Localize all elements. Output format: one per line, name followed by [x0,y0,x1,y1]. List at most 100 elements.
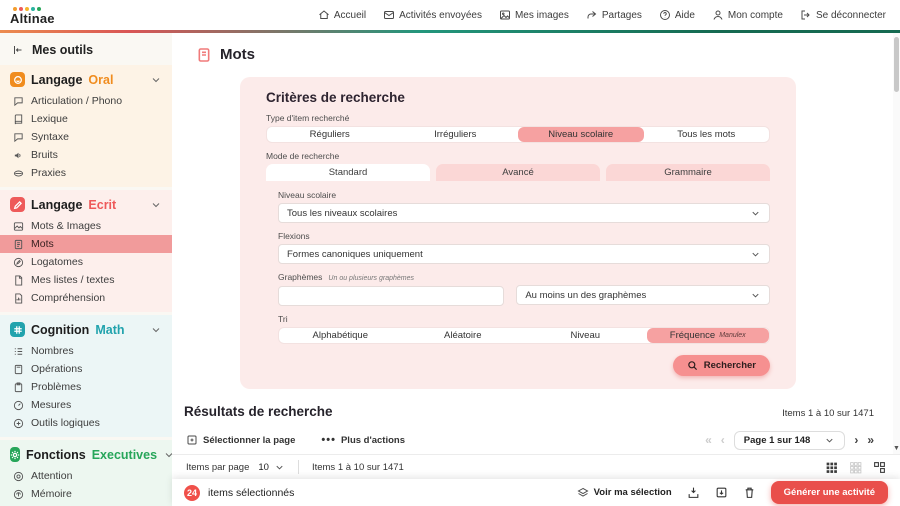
graphemes-mode-select[interactable]: Au moins un des graphèmes [516,285,770,305]
sidebar-item-mots[interactable]: Mots [0,235,172,253]
sidebar-item-memoire[interactable]: Mémoire [0,485,172,503]
app-logo[interactable]: Altinae [10,5,55,26]
sidebar-item-nombres[interactable]: Nombres [0,342,172,360]
selection-count-badge: 24 [184,485,200,501]
nav-partages[interactable]: Partages [586,9,642,21]
sidebar-item-articulation-phono[interactable]: Articulation / Phono [0,92,172,110]
sidebar-item-logatomes[interactable]: Logatomes [0,253,172,271]
tab-standard[interactable]: Standard [266,164,430,181]
per-page-label: Items par page [186,462,249,473]
tri-option-niveau[interactable]: Niveau [524,328,647,343]
sidebar-item-label: Mots & Images [31,220,101,232]
tri-option-aleatoire[interactable]: Aléatoire [402,328,525,343]
niveau-scolaire-select[interactable]: Tous les niveaux scolaires [278,203,770,223]
sidebar-item-label: Mes listes / textes [31,274,114,286]
nav-se-deconnecter[interactable]: Se déconnecter [800,9,886,21]
page-title-row: Mots [172,33,900,63]
image-icon [499,9,511,21]
gauge-icon [13,400,24,411]
sidebar-item-praxies[interactable]: Praxies [0,164,172,182]
section-header-langage-oral[interactable]: LangageOral [0,67,172,92]
section-title-part2: Executives [92,448,157,462]
scrollbar-thumb[interactable] [894,37,899,92]
sidebar-item-label: Lexique [31,113,68,125]
results-header: Résultats de recherche Items 1 à 10 sur … [184,404,874,419]
nav-mes-images[interactable]: Mes images [499,9,569,21]
type-option-reguliers[interactable]: Réguliers [267,127,393,142]
sidebar-item-label: Syntaxe [31,131,69,143]
sidebar-item-bruits[interactable]: Bruits [0,146,172,164]
sidebar-item-problemes[interactable]: Problèmes [0,378,172,396]
langage-oral-icon [10,72,25,87]
page-select[interactable]: Page 1 sur 148 [734,431,846,450]
trash-icon[interactable] [743,486,756,499]
standard-tab-pane: Niveau scolaire Tous les niveaux scolair… [266,181,770,344]
sidebar-item-lexique[interactable]: Lexique [0,110,172,128]
tab-avance[interactable]: Avancé [436,164,600,181]
mouth-icon [13,168,24,179]
first-page-icon[interactable]: « [705,433,712,447]
last-page-icon[interactable]: » [867,433,874,447]
clipboard-icon [13,382,24,393]
type-option-irreguliers[interactable]: Irréguliers [393,127,519,142]
nav-label: Mon compte [728,10,783,21]
sidebar-collapse-toggle[interactable]: Mes outils [0,33,172,65]
section-header-langage-ecrit[interactable]: LangageEcrit [0,192,172,217]
grid-view-light-icon[interactable] [849,461,862,474]
sidebar-item-mesures[interactable]: Mesures [0,396,172,414]
page-title: Mots [220,46,255,63]
sidebar-item-mes-listes-textes[interactable]: Mes listes / textes [0,271,172,289]
type-item-segmented-control: Réguliers Irréguliers Niveau scolaire To… [266,126,770,143]
chevron-down-icon [750,208,761,219]
nav-label: Partages [602,10,642,21]
section-header-cognition-math[interactable]: CognitionMath [0,317,172,342]
speech-bubble-dots-icon [13,132,24,143]
type-option-tous-les-mots[interactable]: Tous les mots [644,127,770,142]
type-option-niveau-scolaire[interactable]: Niveau scolaire [518,127,644,142]
grid-view-icon[interactable] [825,461,838,474]
search-button[interactable]: Rechercher [673,355,770,376]
vertical-scrollbar[interactable]: ▼ [893,33,900,454]
sidebar-item-mots-et-images[interactable]: Mots & Images [0,217,172,235]
sidebar-item-comprehension[interactable]: Compréhension [0,289,172,307]
sidebar-item-attention[interactable]: Attention [0,467,172,485]
niveau-scolaire-label: Niveau scolaire [278,190,770,200]
sidebar-item-operations[interactable]: Opérations [0,360,172,378]
sidebar-item-outils-logiques[interactable]: Outils logiques [0,414,172,432]
sidebar-item-label: Articulation / Phono [31,95,122,107]
card-view-icon[interactable] [873,461,886,474]
nav-label: Accueil [334,10,366,21]
next-page-icon[interactable]: › [854,433,858,447]
view-selection-button[interactable]: Voir ma sélection [577,487,672,499]
graphemes-input[interactable] [278,286,504,306]
sidebar: Mes outils LangageOral Articulation / Ph… [0,33,172,506]
generate-activity-button[interactable]: Générer une activité [771,481,888,504]
chevron-down-icon [150,324,162,336]
select-page-action[interactable]: Sélectionner la page [186,434,295,446]
flexions-select[interactable]: Formes canoniques uniquement [278,244,770,264]
more-actions-menu[interactable]: ••• Plus d'actions [321,434,405,446]
nav-aide[interactable]: Aide [659,9,695,21]
sidebar-item-syntaxe[interactable]: Syntaxe [0,128,172,146]
per-page-select[interactable]: 10 [258,462,285,473]
scrollbar-down-arrow[interactable]: ▼ [893,445,900,452]
nav-activites-envoyees[interactable]: Activités envoyées [383,9,482,21]
view-toggle-group [825,461,886,474]
nav-label: Aide [675,10,695,21]
import-selection-icon[interactable] [715,486,728,499]
image-text-icon [13,221,24,232]
download-selection-icon[interactable] [687,486,700,499]
chevron-down-icon [150,74,162,86]
flexions-label: Flexions [278,231,770,241]
nav-accueil[interactable]: Accueil [318,9,366,21]
nav-mon-compte[interactable]: Mon compte [712,9,783,21]
chevron-down-icon [824,435,835,446]
tri-option-alphabetique[interactable]: Alphabétique [279,328,402,343]
section-title-part2: Math [95,323,124,337]
prev-page-icon[interactable]: ‹ [721,433,725,447]
tab-grammaire[interactable]: Grammaire [606,164,770,181]
tri-option-frequence[interactable]: FréquenceManulex [647,328,770,343]
langage-ecrit-icon [10,197,25,212]
section-header-fonctions-executives[interactable]: FonctionsExecutives [0,442,172,467]
graphemes-hint: Un ou plusieurs graphèmes [328,275,414,282]
